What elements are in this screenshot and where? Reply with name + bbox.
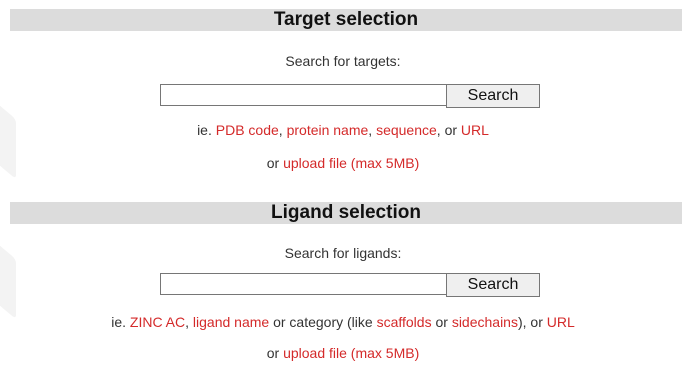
hint-separator: , or xyxy=(436,122,458,138)
search-page: Target selection Search for targets: Sea… xyxy=(0,0,686,385)
ligand-search-hint: ie. ZINC AC, ligand name or category (li… xyxy=(0,313,686,331)
scaffolds-link[interactable]: scaffolds xyxy=(377,314,432,330)
hint-or-text: or xyxy=(435,314,448,330)
target-search-input[interactable] xyxy=(160,84,448,106)
ligand-search-prompt: Search for ligands: xyxy=(284,245,402,261)
ligand-name-link[interactable]: ligand name xyxy=(193,314,269,330)
upload-prefix: or xyxy=(266,155,280,171)
hint-prefix: ie. xyxy=(197,122,212,138)
upload-prefix: or xyxy=(266,345,280,361)
target-search-prompt: Search for targets: xyxy=(285,53,401,69)
target-search-button[interactable]: Search xyxy=(446,84,540,108)
ligand-upload-line: or upload file (max 5MB) xyxy=(0,344,686,362)
hint-separator: , xyxy=(368,122,373,138)
hint-separator: , xyxy=(185,314,190,330)
target-upload-line: or upload file (max 5MB) xyxy=(0,154,686,172)
sequence-link[interactable]: sequence xyxy=(376,122,437,138)
target-search-hint: ie. PDB code, protein name, sequence, or… xyxy=(0,121,686,139)
hint-category-text: or category (like xyxy=(273,314,373,330)
ligand-selection-heading: Ligand selection xyxy=(10,202,682,224)
protein-name-link[interactable]: protein name xyxy=(287,122,369,138)
sidechains-link[interactable]: sidechains xyxy=(452,314,518,330)
pdb-code-link[interactable]: PDB code xyxy=(216,122,279,138)
target-upload-file-link[interactable]: upload file xyxy=(283,155,347,171)
hint-prefix: ie. xyxy=(111,314,127,330)
target-url-link[interactable]: URL xyxy=(461,122,489,138)
ligand-search-input[interactable] xyxy=(160,273,448,295)
ligand-upload-limit: (max 5MB) xyxy=(350,345,420,361)
target-upload-limit: (max 5MB) xyxy=(350,155,420,171)
zinc-ac-link[interactable]: ZINC AC xyxy=(130,314,185,330)
ligand-upload-file-link[interactable]: upload file xyxy=(283,345,347,361)
hint-separator: , xyxy=(278,122,283,138)
target-selection-heading: Target selection xyxy=(10,9,682,31)
ligand-search-button[interactable]: Search xyxy=(446,273,540,297)
ligand-url-link[interactable]: URL xyxy=(547,314,575,330)
hint-separator: ), or xyxy=(517,314,543,330)
